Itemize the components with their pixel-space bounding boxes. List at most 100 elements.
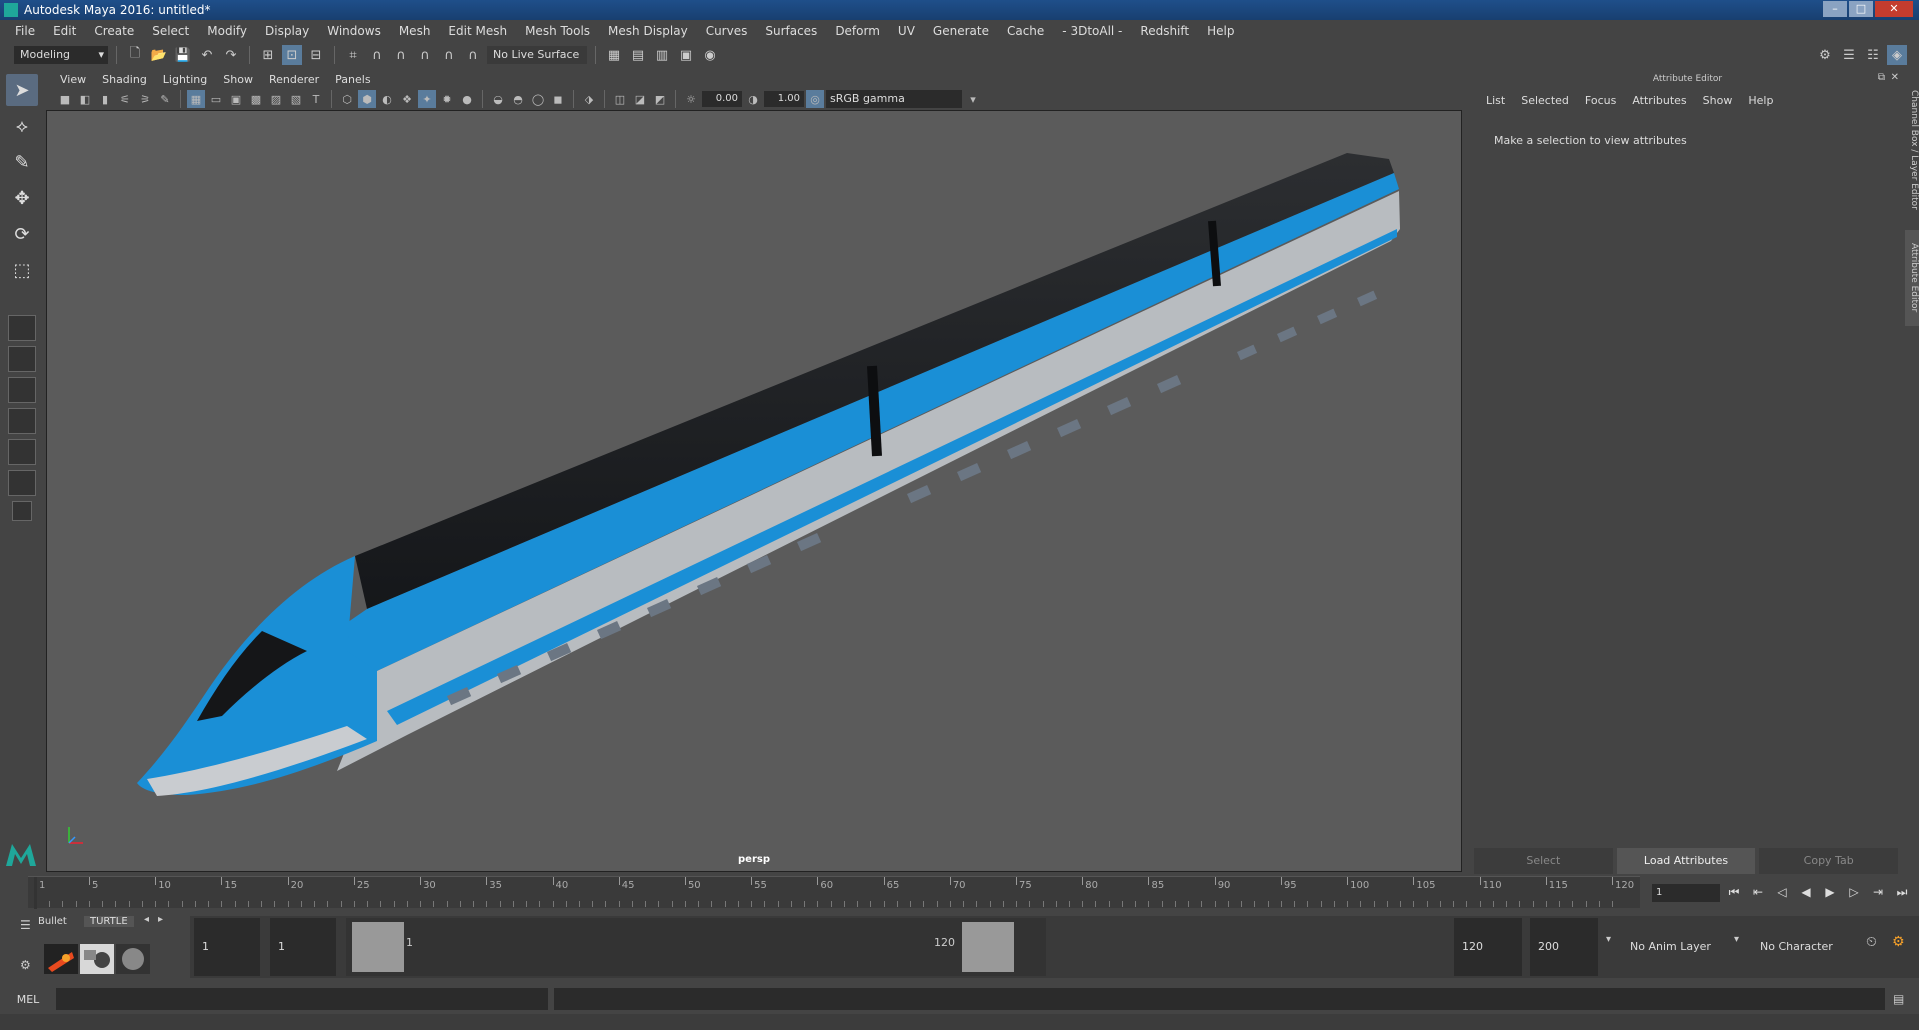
hypershade-icon[interactable]: ◉ bbox=[700, 45, 720, 65]
field-chart-icon[interactable]: ▨ bbox=[267, 90, 285, 108]
panel-menu-lighting[interactable]: Lighting bbox=[155, 73, 215, 86]
xray-icon[interactable]: ◫ bbox=[611, 90, 629, 108]
menu-windows[interactable]: Windows bbox=[318, 20, 390, 42]
turtle-baking-icon[interactable] bbox=[80, 944, 114, 974]
shelf-scroll-left-icon[interactable]: ◂ bbox=[144, 914, 149, 925]
depth-of-field-icon[interactable]: ◼ bbox=[549, 90, 567, 108]
undo-icon[interactable]: ↶ bbox=[197, 45, 217, 65]
playback-start-field[interactable]: 1 bbox=[270, 918, 336, 976]
scene-start-field[interactable]: 1 bbox=[194, 918, 260, 976]
attr-menu-list[interactable]: List bbox=[1478, 94, 1513, 107]
channel-box-toggle-icon[interactable]: ◈ bbox=[1887, 45, 1907, 65]
shelf-settings-icon[interactable]: ⚙ bbox=[20, 958, 31, 972]
scene-end-field[interactable]: 200 bbox=[1530, 918, 1598, 976]
menu-edit-mesh[interactable]: Edit Mesh bbox=[439, 20, 516, 42]
view-transform-dropdown[interactable]: sRGB gamma bbox=[826, 90, 962, 108]
layout-single-icon[interactable] bbox=[8, 315, 36, 341]
shelf-menu-icon[interactable]: ☰ bbox=[20, 918, 31, 932]
close-button[interactable]: ✕ bbox=[1875, 1, 1913, 17]
screen-space-ao-icon[interactable]: ◒ bbox=[489, 90, 507, 108]
chevron-down-icon[interactable]: ▾ bbox=[1606, 934, 1611, 945]
camera-attributes-icon[interactable]: ◧ bbox=[76, 90, 94, 108]
safe-title-icon[interactable]: T bbox=[307, 90, 325, 108]
current-frame-field[interactable]: 1 bbox=[1652, 884, 1720, 902]
layout-graph-icon[interactable] bbox=[8, 470, 36, 496]
xray-active-icon[interactable]: ◪ bbox=[631, 90, 649, 108]
smooth-shade-icon[interactable]: ⬢ bbox=[358, 90, 376, 108]
panel-menu-shading[interactable]: Shading bbox=[94, 73, 155, 86]
two-d-pan-icon[interactable]: ⚞ bbox=[136, 90, 154, 108]
close-panel-icon[interactable]: ✕ bbox=[1891, 72, 1899, 83]
save-scene-icon[interactable]: 💾 bbox=[173, 45, 193, 65]
open-scene-icon[interactable]: 📂 bbox=[149, 45, 169, 65]
playback-end-field[interactable]: 120 bbox=[1454, 918, 1522, 976]
shelf-tab-bullet[interactable]: Bullet bbox=[38, 916, 67, 927]
step-back-key-icon[interactable]: ⇤ bbox=[1748, 882, 1768, 902]
command-input[interactable] bbox=[56, 988, 548, 1010]
menu-generate[interactable]: Generate bbox=[924, 20, 998, 42]
menu-mesh[interactable]: Mesh bbox=[390, 20, 440, 42]
bookmark-icon[interactable]: ▮ bbox=[96, 90, 114, 108]
menu-edit[interactable]: Edit bbox=[44, 20, 85, 42]
tab-channel-box[interactable]: Channel Box / Layer Editor bbox=[1905, 80, 1919, 220]
lasso-tool-icon[interactable]: ⟡ bbox=[6, 110, 38, 142]
layout-more-icon[interactable] bbox=[12, 501, 32, 521]
film-gate-icon[interactable]: ▭ bbox=[207, 90, 225, 108]
layout-two-stack-icon[interactable] bbox=[8, 408, 36, 434]
gamma-icon[interactable]: ◑ bbox=[744, 90, 762, 108]
use-all-lights-icon[interactable]: ✹ bbox=[438, 90, 456, 108]
range-start-handle[interactable] bbox=[352, 922, 404, 972]
animation-preferences-icon[interactable]: ⚙ bbox=[1892, 934, 1905, 950]
character-set-dropdown[interactable]: No Character Set bbox=[1752, 918, 1852, 1011]
modeling-toolkit-icon[interactable]: ⚙ bbox=[1815, 45, 1835, 65]
snap-point-icon[interactable]: ∩ bbox=[391, 45, 411, 65]
float-panel-icon[interactable]: ⧉ bbox=[1878, 72, 1885, 83]
menu-surfaces[interactable]: Surfaces bbox=[756, 20, 826, 42]
panel-menu-view[interactable]: View bbox=[52, 73, 94, 86]
select-object-icon[interactable]: ⊡ bbox=[282, 45, 302, 65]
render-settings-icon[interactable]: ▦ bbox=[604, 45, 624, 65]
ipr-render-icon[interactable]: ▥ bbox=[652, 45, 672, 65]
play-backward-icon[interactable]: ◀ bbox=[1796, 882, 1816, 902]
viewport-persp[interactable]: persp bbox=[46, 110, 1462, 872]
wireframe-on-shaded-icon[interactable]: ❖ bbox=[398, 90, 416, 108]
current-time-marker[interactable] bbox=[34, 877, 37, 909]
snap-surface-icon[interactable]: ∩ bbox=[439, 45, 459, 65]
panel-menu-renderer[interactable]: Renderer bbox=[261, 73, 327, 86]
step-back-frame-icon[interactable]: ◁ bbox=[1772, 882, 1792, 902]
load-attributes-button[interactable]: Load Attributes bbox=[1616, 848, 1756, 874]
menu-create[interactable]: Create bbox=[85, 20, 143, 42]
new-scene-icon[interactable]: 🗋 bbox=[125, 45, 145, 65]
snap-curve-icon[interactable]: ∩ bbox=[367, 45, 387, 65]
attr-menu-focus[interactable]: Focus bbox=[1577, 94, 1624, 107]
script-editor-icon[interactable]: ▤ bbox=[1893, 992, 1904, 1006]
color-management-icon[interactable]: ◎ bbox=[806, 90, 824, 108]
default-material-icon[interactable]: ◐ bbox=[378, 90, 396, 108]
go-to-end-icon[interactable]: ⏭ bbox=[1892, 882, 1912, 902]
safe-action-icon[interactable]: ▧ bbox=[287, 90, 305, 108]
go-to-start-icon[interactable]: ⏮ bbox=[1724, 882, 1744, 902]
menu-file[interactable]: File bbox=[6, 20, 44, 42]
menu-mesh-tools[interactable]: Mesh Tools bbox=[516, 20, 599, 42]
snap-live-icon[interactable]: ∩ bbox=[463, 45, 483, 65]
menu-cache[interactable]: Cache bbox=[998, 20, 1053, 42]
menu-display[interactable]: Display bbox=[256, 20, 318, 42]
live-surface-field[interactable]: No Live Surface bbox=[487, 46, 587, 64]
snap-view-icon[interactable]: ∩ bbox=[415, 45, 435, 65]
camera-select-icon[interactable]: ■ bbox=[56, 90, 74, 108]
anti-aliasing-icon[interactable]: ◯ bbox=[529, 90, 547, 108]
grid-icon[interactable]: ▦ bbox=[187, 90, 205, 108]
paint-select-tool-icon[interactable]: ✎ bbox=[6, 146, 38, 178]
turtle-render-icon[interactable] bbox=[44, 944, 78, 974]
chevron-down-icon[interactable]: ▾ bbox=[1734, 934, 1739, 945]
anim-layer-dropdown[interactable]: No Anim Layer bbox=[1622, 918, 1722, 976]
time-slider[interactable]: 1 5 10 15 20 25 30 35 40 45 50 55 60 65 70 75 80 85 90 95 10… bbox=[28, 876, 1640, 909]
chevron-down-icon[interactable]: ▾ bbox=[964, 90, 982, 108]
textured-icon[interactable]: ✦ bbox=[418, 90, 436, 108]
mode-dropdown[interactable]: Modeling ▾ bbox=[14, 46, 108, 64]
attr-menu-attributes[interactable]: Attributes bbox=[1624, 94, 1694, 107]
attr-menu-help[interactable]: Help bbox=[1740, 94, 1781, 107]
select-hierarchy-icon[interactable]: ⊞ bbox=[258, 45, 278, 65]
xray-joints-icon[interactable]: ◩ bbox=[651, 90, 669, 108]
menu-curves[interactable]: Curves bbox=[697, 20, 757, 42]
